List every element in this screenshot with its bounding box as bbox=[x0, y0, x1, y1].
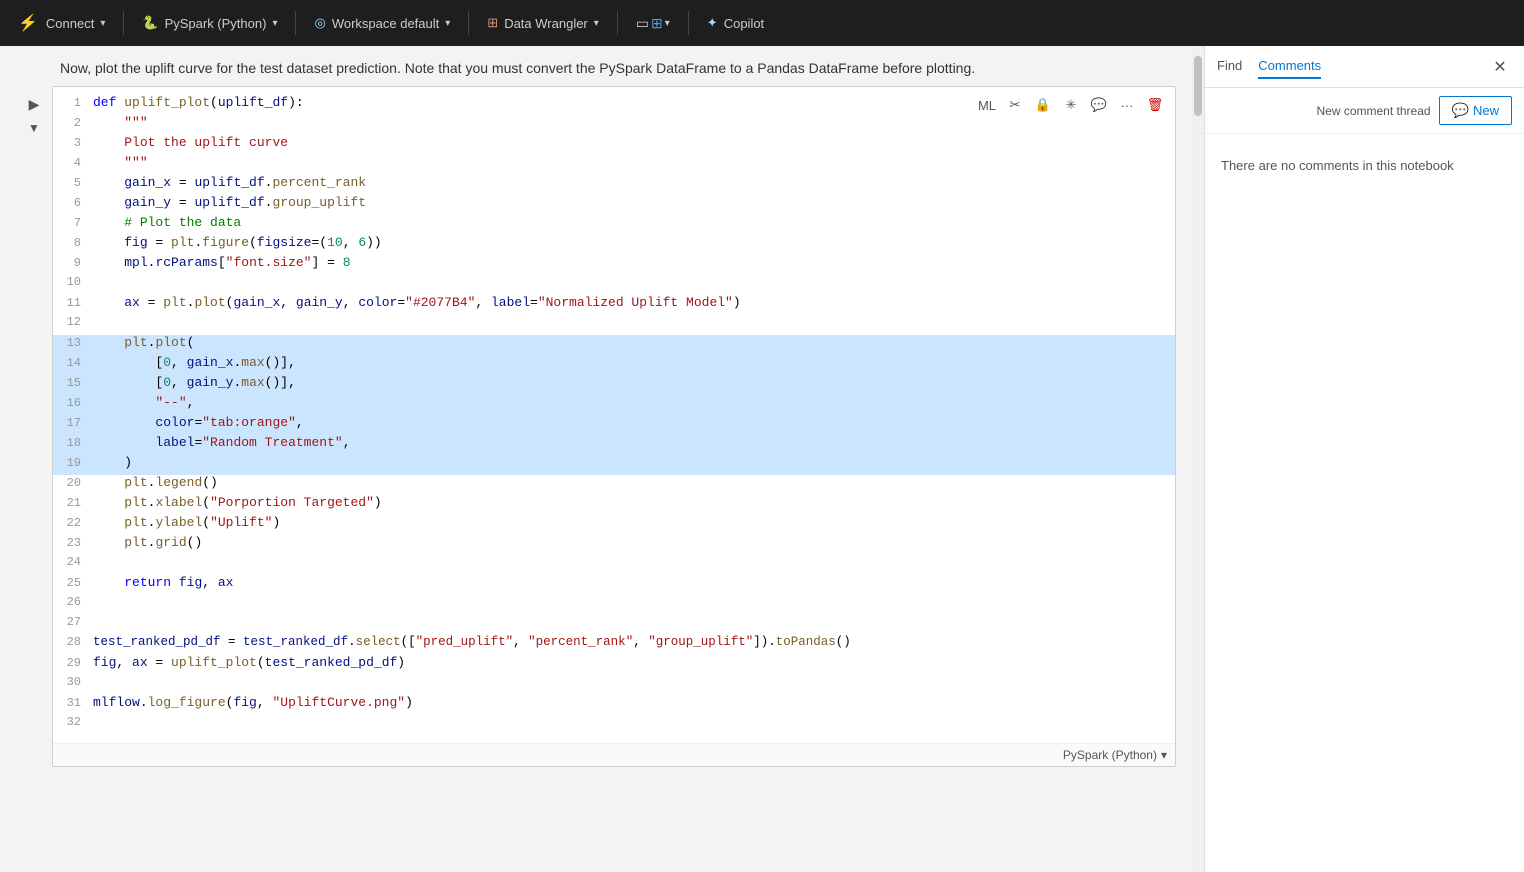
panel-header: Find Comments ✕ bbox=[1205, 46, 1524, 88]
divider-3 bbox=[468, 11, 469, 35]
run-button[interactable]: ▶ bbox=[24, 94, 44, 114]
text-cell-content: Now, plot the uplift curve for the test … bbox=[60, 60, 975, 76]
data-wrangler-icon: ⊞ bbox=[487, 15, 498, 31]
code-line: 30 bbox=[53, 675, 1175, 695]
code-cell[interactable]: ML ✂ 🔒 ✳ 💬 ··· 🗑 1 def uplift_plot(uplif… bbox=[52, 86, 1176, 767]
divider-5 bbox=[688, 11, 689, 35]
code-line-selected: 16 "--", bbox=[53, 395, 1175, 415]
divider-1 bbox=[123, 11, 124, 35]
code-editor[interactable]: 1 def uplift_plot(uplift_df): 2 """ 3 Pl… bbox=[53, 87, 1175, 743]
code-line-selected: 15 [0, gain_y.max()], bbox=[53, 375, 1175, 395]
code-line-selected: 19 ) bbox=[53, 455, 1175, 475]
notebook-area: Now, plot the uplift curve for the test … bbox=[0, 46, 1192, 872]
empty-message-text: There are no comments in this notebook bbox=[1221, 158, 1454, 173]
more-button[interactable]: ··· bbox=[1115, 93, 1139, 117]
main-area: Now, plot the uplift curve for the test … bbox=[0, 46, 1524, 872]
divider-4 bbox=[617, 11, 618, 35]
workspace-button[interactable]: ◎ Workspace default ▾ bbox=[304, 11, 460, 35]
code-line-selected: 14 [0, gain_x.max()], bbox=[53, 355, 1175, 375]
kernel-label: PySpark (Python) bbox=[1063, 748, 1157, 762]
code-line: 24 bbox=[53, 555, 1175, 575]
toggle-icon-2: ⊞ bbox=[651, 15, 663, 32]
code-line-selected: 17 color="tab:orange", bbox=[53, 415, 1175, 435]
collapse-button[interactable]: ▼ bbox=[24, 118, 44, 138]
code-line: 25 return fig, ax bbox=[53, 575, 1175, 595]
connect-icon: ⚡ bbox=[18, 13, 38, 33]
lock-icon[interactable]: 🔒 bbox=[1031, 93, 1055, 117]
code-line: 4 """ bbox=[53, 155, 1175, 175]
close-button[interactable]: ✕ bbox=[1488, 55, 1512, 79]
code-line: 9 mpl.rcParams["font.size"] = 8 bbox=[53, 255, 1175, 275]
code-line: 32 bbox=[53, 715, 1175, 735]
pyspark-icon: 🐍 bbox=[142, 15, 158, 31]
code-line: 7 # Plot the data bbox=[53, 215, 1175, 235]
copilot-icon: ✦ bbox=[707, 15, 718, 31]
cell-toolbar: ML ✂ 🔒 ✳ 💬 ··· 🗑 bbox=[975, 93, 1167, 117]
code-line: 12 bbox=[53, 315, 1175, 335]
pyspark-button[interactable]: 🐍 PySpark (Python) ▾ bbox=[132, 11, 287, 35]
tab-comments-label: Comments bbox=[1258, 58, 1321, 73]
ml-button[interactable]: ML bbox=[975, 93, 999, 117]
tab-find-label: Find bbox=[1217, 58, 1242, 73]
workspace-label: Workspace default bbox=[332, 16, 439, 31]
code-line: 21 plt.xlabel("Porportion Targeted") bbox=[53, 495, 1175, 515]
code-line: 6 gain_y = uplift_df.group_uplift bbox=[53, 195, 1175, 215]
workspace-chevron: ▾ bbox=[445, 18, 450, 29]
data-wrangler-chevron: ▾ bbox=[594, 18, 599, 29]
connect-label: Connect bbox=[46, 16, 94, 31]
code-line: 11 ax = plt.plot(gain_x, gain_y, color="… bbox=[53, 295, 1175, 315]
copilot-label: Copilot bbox=[724, 16, 764, 31]
code-line: 26 bbox=[53, 595, 1175, 615]
cut-icon[interactable]: ✂ bbox=[1003, 93, 1027, 117]
code-line: 22 plt.ylabel("Uplift") bbox=[53, 515, 1175, 535]
no-comments-message: There are no comments in this notebook bbox=[1205, 134, 1524, 197]
tab-comments[interactable]: Comments bbox=[1258, 54, 1321, 79]
toggle-chevron: ▾ bbox=[665, 18, 670, 29]
kernel-indicator[interactable]: PySpark (Python) ▾ bbox=[1063, 748, 1167, 762]
asterisk-icon[interactable]: ✳ bbox=[1059, 93, 1083, 117]
kernel-chevron: ▾ bbox=[1161, 748, 1167, 762]
comment-icon[interactable]: 💬 bbox=[1087, 93, 1111, 117]
scrollbar-track[interactable] bbox=[1192, 46, 1204, 872]
new-comment-button[interactable]: 💬 New bbox=[1439, 96, 1512, 125]
cell-bottom-bar: PySpark (Python) ▾ bbox=[53, 743, 1175, 766]
code-line: 8 fig = plt.figure(figsize=(10, 6)) bbox=[53, 235, 1175, 255]
pyspark-chevron: ▾ bbox=[272, 18, 277, 29]
new-comment-icon: 💬 bbox=[1452, 102, 1469, 119]
connect-chevron: ▾ bbox=[100, 18, 105, 29]
connect-button[interactable]: ⚡ Connect ▾ bbox=[8, 9, 115, 37]
cell-wrapper: ▶ ▼ ML ✂ 🔒 ✳ 💬 ··· 🗑 bbox=[16, 86, 1176, 767]
scrollbar-thumb[interactable] bbox=[1194, 56, 1202, 116]
code-line: 3 Plot the uplift curve bbox=[53, 135, 1175, 155]
code-line: 27 bbox=[53, 615, 1175, 635]
pyspark-label: PySpark (Python) bbox=[165, 16, 267, 31]
code-line-selected: 18 label="Random Treatment", bbox=[53, 435, 1175, 455]
code-line: 5 gain_x = uplift_df.percent_rank bbox=[53, 175, 1175, 195]
workspace-icon: ◎ bbox=[314, 15, 325, 31]
divider-2 bbox=[295, 11, 296, 35]
cell-run-controls: ▶ ▼ bbox=[16, 86, 52, 146]
copilot-button[interactable]: ✦ Copilot bbox=[697, 11, 774, 35]
toggle-icon-1: ▭ bbox=[636, 15, 649, 32]
code-line: 20 plt.legend() bbox=[53, 475, 1175, 495]
new-comment-button-label: New bbox=[1473, 103, 1499, 118]
top-toolbar: ⚡ Connect ▾ 🐍 PySpark (Python) ▾ ◎ Works… bbox=[0, 0, 1524, 46]
code-line: 31 mlflow.log_figure(fig, "UpliftCurve.p… bbox=[53, 695, 1175, 715]
code-line: 10 bbox=[53, 275, 1175, 295]
tab-find[interactable]: Find bbox=[1217, 54, 1242, 79]
text-cell: Now, plot the uplift curve for the test … bbox=[0, 54, 1192, 82]
delete-button[interactable]: 🗑 bbox=[1143, 93, 1167, 117]
panel-tabs: Find Comments bbox=[1217, 54, 1321, 79]
data-wrangler-label: Data Wrangler bbox=[504, 16, 588, 31]
code-line: 2 """ bbox=[53, 115, 1175, 135]
code-line: 23 plt.grid() bbox=[53, 535, 1175, 555]
new-comment-thread-label: New comment thread bbox=[1317, 104, 1431, 118]
right-panel: Find Comments ✕ New comment thread 💬 New… bbox=[1204, 46, 1524, 872]
new-comment-area: New comment thread 💬 New bbox=[1205, 88, 1524, 134]
code-line: 28 test_ranked_pd_df = test_ranked_df.se… bbox=[53, 635, 1175, 655]
code-line-selected: 13 plt.plot( bbox=[53, 335, 1175, 355]
data-wrangler-button[interactable]: ⊞ Data Wrangler ▾ bbox=[477, 11, 609, 35]
toggle-button[interactable]: ▭ ⊞ ▾ bbox=[626, 11, 680, 36]
code-line: 29 fig, ax = uplift_plot(test_ranked_pd_… bbox=[53, 655, 1175, 675]
